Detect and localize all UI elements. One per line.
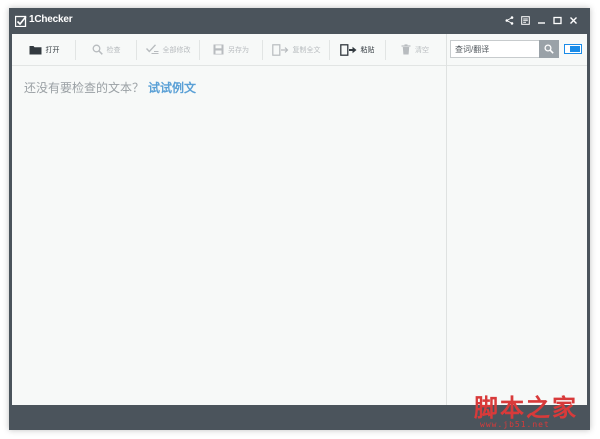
dictionary-panel [447,34,587,405]
app-window: 1Checker 打开 检查 全部修改 另存为 复制全文 粘贴 清空 还没有要检… [9,8,590,430]
toolbar-divider [385,40,386,60]
paste-button[interactable]: 粘贴 [331,34,383,65]
fix-all-button[interactable]: 全部修改 [138,34,198,65]
fix-all-label: 全部修改 [162,46,191,54]
main-content: 打开 检查 全部修改 另存为 复制全文 粘贴 清空 还没有要检查的文本？ 试试例… [12,34,587,405]
copy-all-button[interactable]: 复制全文 [264,34,328,65]
clear-button[interactable]: 清空 [388,34,442,65]
title-bar: 1Checker [9,8,590,34]
text-editor[interactable]: 还没有要检查的文本？ 试试例文 [12,67,446,405]
minimize-icon[interactable] [534,13,548,27]
toolbar-divider [262,40,263,60]
panel-toggle[interactable] [564,44,582,54]
empty-hint-text: 还没有要检查的文本？ [24,81,145,95]
empty-hint: 还没有要检查的文本？ 试试例文 [24,79,196,96]
search-icon [544,44,554,54]
folder-icon [29,45,41,54]
magnifier-icon [92,44,103,55]
trash-icon [401,44,411,55]
dictionary-search-button[interactable] [539,40,559,58]
maximize-icon[interactable] [550,13,564,27]
save-as-button[interactable]: 另存为 [201,34,261,65]
close-icon[interactable] [566,13,580,27]
toolbar-divider [75,40,76,60]
watermark-logo-text: 脚本之家 [474,393,578,422]
save-as-label: 另存为 [228,46,249,54]
paste-label: 粘贴 [360,46,375,54]
app-logo-icon [15,15,27,27]
toolbar-divider [136,40,137,60]
copy-all-label: 复制全文 [292,46,321,54]
save-icon [213,44,224,55]
open-label: 打开 [45,46,60,54]
watermark-url: www.jb51.net [480,420,550,429]
app-title: 1Checker [29,14,73,25]
toolbar: 打开 检查 全部修改 另存为 复制全文 粘贴 清空 [12,34,446,66]
open-button[interactable]: 打开 [16,34,72,65]
toggle-knob [570,46,580,52]
share-icon[interactable] [502,13,516,27]
toolbar-divider [329,40,330,60]
notes-icon[interactable] [518,13,532,27]
check-button[interactable]: 检查 [78,34,134,65]
dictionary-toolbar [447,34,587,66]
dictionary-search-input[interactable] [450,40,539,58]
try-sample-link[interactable]: 试试例文 [148,81,196,95]
checklist-icon [145,44,158,55]
clear-label: 清空 [415,46,429,54]
paste-doc-icon [339,43,356,56]
copy-doc-icon [271,43,288,56]
check-label: 检查 [106,46,121,54]
watermark: 脚本之家 www.jb51.net [470,386,598,436]
toolbar-divider [199,40,200,60]
